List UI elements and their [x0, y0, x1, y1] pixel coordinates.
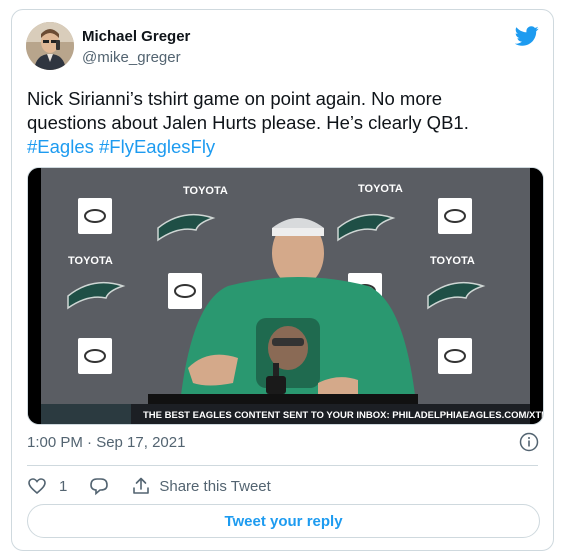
hashtag-eagles[interactable]: #Eagles: [27, 136, 94, 157]
avatar[interactable]: [26, 22, 74, 70]
tweet-card: Michael Greger @mike_greger Nick Siriann…: [11, 9, 554, 551]
like-count: 1: [59, 477, 68, 495]
share-button[interactable]: Share this Tweet: [131, 476, 271, 496]
tweet-text-line-2: questions about Jalen Hurts please. He’s…: [27, 112, 469, 133]
share-upload-icon: [133, 477, 150, 494]
sponsor-text-3: TOYOTA: [68, 255, 113, 267]
sponsor-text-1: TOYOTA: [183, 185, 228, 197]
heart-icon: [28, 478, 46, 495]
divider: [27, 465, 538, 466]
media-ticker-text: THE BEST EAGLES CONTENT SENT TO YOUR INB…: [143, 410, 543, 421]
tweet-actions: 1 Share this Tweet: [27, 474, 271, 498]
twitter-bird-icon[interactable]: [515, 24, 539, 48]
info-icon[interactable]: [519, 432, 539, 452]
hashtag-flyeaglesfly[interactable]: #FlyEaglesFly: [99, 136, 215, 157]
sponsor-text-4: TOYOTA: [430, 255, 475, 267]
sponsor-text-2: TOYOTA: [358, 183, 403, 195]
tweet-text: Nick Sirianni’s tshirt game on point aga…: [27, 87, 539, 159]
author-display-name[interactable]: Michael Greger: [82, 28, 190, 45]
share-label: Share this Tweet: [159, 477, 271, 495]
reply-bubble-icon: [90, 478, 109, 496]
author-handle[interactable]: @mike_greger: [82, 49, 181, 66]
tweet-your-reply-button[interactable]: Tweet your reply: [27, 504, 540, 538]
tweet-media-image[interactable]: TOYOTA TOYOTA TOYOTA TOYOTA THE BEST EAG…: [27, 167, 544, 425]
like-button[interactable]: 1: [27, 476, 67, 496]
tweet-text-line-1: Nick Sirianni’s tshirt game on point aga…: [27, 88, 443, 109]
tweet-timestamp[interactable]: 1:00 PM · Sep 17, 2021: [27, 434, 185, 451]
tweet-hashtags: #Eagles #FlyEaglesFly: [27, 135, 539, 159]
reply-action-button[interactable]: [89, 476, 109, 496]
